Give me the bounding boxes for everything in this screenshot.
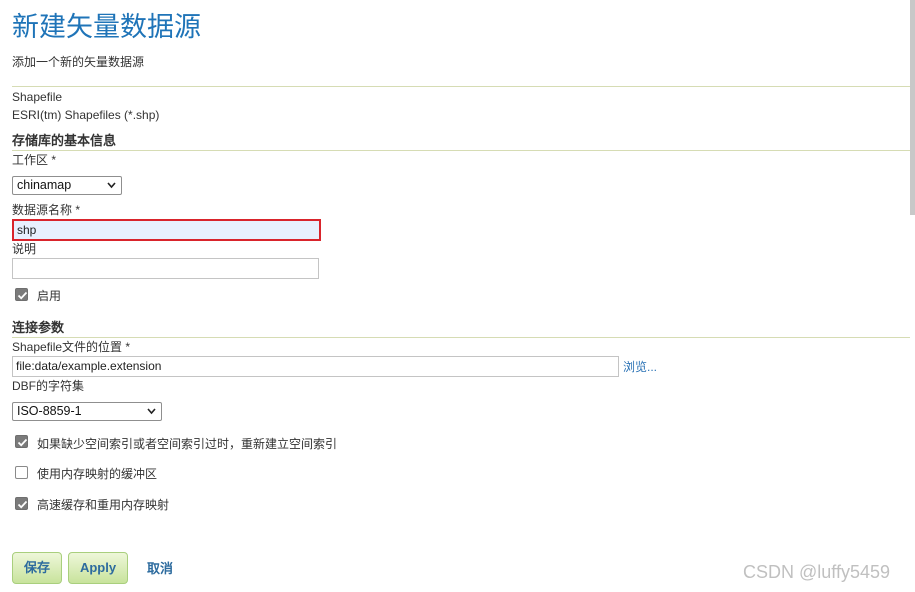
location-field[interactable]: file:data/example.extension — [12, 356, 619, 377]
basic-info-heading: 存储库的基本信息 — [12, 133, 117, 148]
description-field[interactable] — [12, 258, 319, 279]
source-description: ESRI(tm) Shapefiles (*.shp) — [12, 108, 160, 122]
datasource-name-label: 数据源名称 * — [12, 203, 81, 217]
save-button[interactable]: 保存 — [12, 552, 62, 584]
charset-select[interactable]: ISO-8859-1 — [12, 402, 162, 421]
browse-link[interactable]: 浏览... — [623, 359, 657, 375]
cancel-link[interactable]: 取消 — [147, 561, 173, 577]
scrollbar[interactable] — [910, 0, 915, 215]
workspace-select[interactable]: chinamap — [12, 176, 122, 195]
datasource-name-field[interactable]: shp — [12, 219, 321, 241]
checkmark-icon — [17, 438, 28, 447]
chevron-down-icon — [147, 408, 156, 415]
rebuild-index-label: 如果缺少空间索引或者空间索引过时，重新建立空间索引 — [37, 437, 338, 451]
workspace-value: chinamap — [17, 178, 72, 192]
checkmark-icon — [17, 291, 28, 300]
checkmark-icon — [17, 500, 28, 509]
chevron-down-icon — [107, 182, 116, 189]
description-label: 说明 — [12, 242, 37, 256]
charset-label: DBF的字符集 — [12, 379, 85, 393]
divider — [12, 150, 910, 151]
watermark: CSDN @luffy5459 — [743, 562, 891, 582]
apply-button[interactable]: Apply — [68, 552, 128, 584]
divider — [12, 337, 910, 338]
connection-heading: 连接参数 — [12, 320, 65, 335]
source-type: Shapefile — [12, 90, 63, 104]
memory-mapped-label: 使用内存映射的缓冲区 — [37, 467, 158, 481]
location-label: Shapefile文件的位置 * — [12, 340, 131, 354]
page-subtitle: 添加一个新的矢量数据源 — [12, 55, 145, 69]
cache-memory-maps-checkbox[interactable] — [15, 497, 28, 510]
cache-memory-maps-label: 高速缓存和重用内存映射 — [37, 498, 170, 512]
enabled-checkbox[interactable] — [15, 288, 28, 301]
enabled-label: 启用 — [37, 289, 62, 303]
rebuild-index-checkbox[interactable] — [15, 435, 28, 448]
workspace-label: 工作区 * — [12, 153, 57, 167]
memory-mapped-checkbox[interactable] — [15, 466, 28, 479]
charset-value: ISO-8859-1 — [17, 404, 82, 418]
page-title: 新建矢量数据源 — [12, 12, 201, 42]
divider — [12, 86, 910, 87]
